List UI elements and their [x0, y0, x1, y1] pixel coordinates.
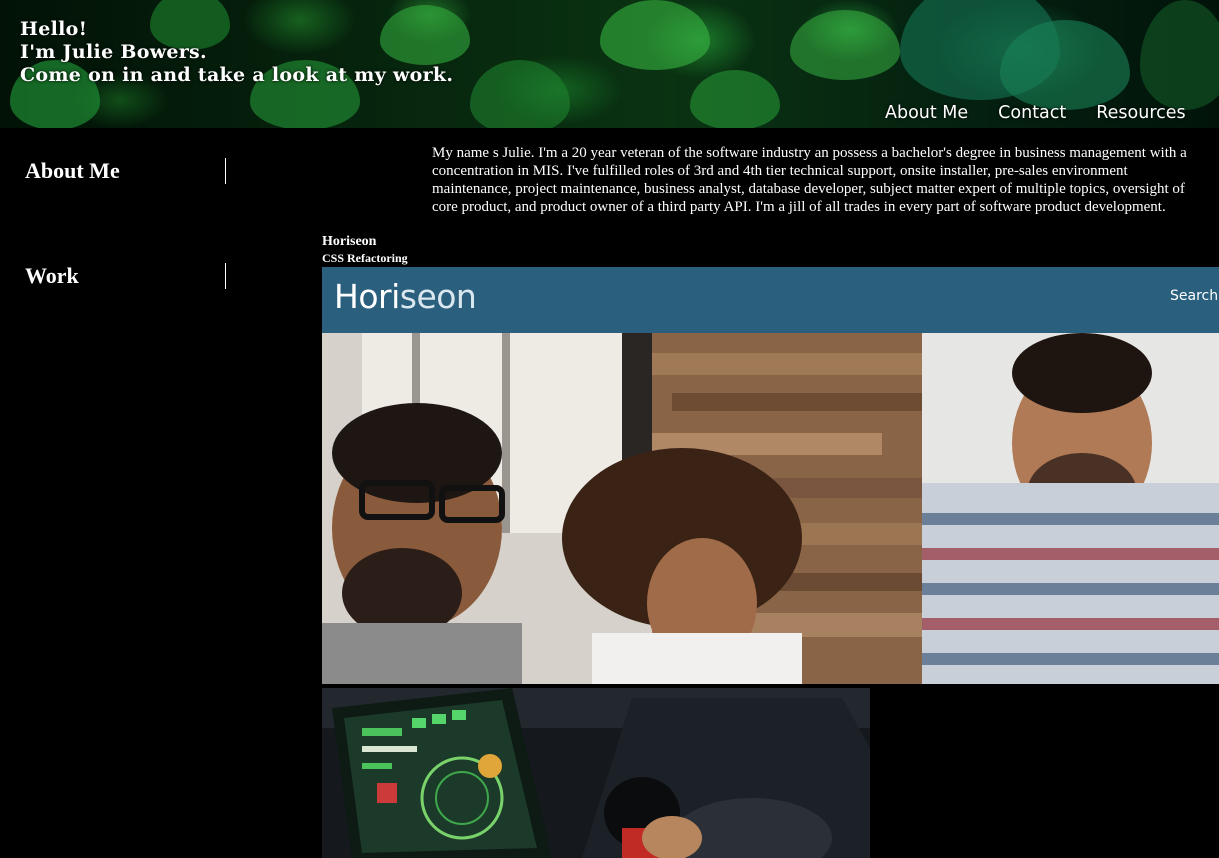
project-screenshot-cockpit[interactable]	[322, 688, 870, 858]
nav-link-resources[interactable]: Resources	[1096, 103, 1185, 123]
leaf-decoration	[790, 10, 900, 80]
nav-link-contact[interactable]: Contact	[998, 103, 1066, 123]
about-paragraph: My name s Julie. I'm a 20 year veteran o…	[432, 145, 1187, 215]
hero-banner: Hello! I'm Julie Bowers. Come on in and …	[0, 0, 1219, 128]
project-screenshot-horiseon[interactable]: Horiseon Search E	[322, 267, 1219, 684]
name-line: I'm Julie Bowers.	[20, 41, 207, 63]
project-subtitle: CSS Refactoring	[322, 251, 408, 265]
greeting-line: Hello!	[20, 18, 88, 40]
team-photo	[322, 333, 1219, 684]
project-title: Horiseon	[322, 234, 377, 249]
top-nav: About Me Contact Resources	[885, 103, 1186, 123]
nav-link-about-me[interactable]: About Me	[885, 103, 968, 123]
leaf-decoration	[470, 60, 570, 128]
cockpit-photo-illustration	[322, 688, 870, 858]
horiseon-header-bar: Horiseon Search E	[322, 267, 1219, 333]
hero-intro: Hello! I'm Julie Bowers. Come on in and …	[20, 18, 453, 87]
sidebar-item-about-me[interactable]: About Me	[25, 158, 226, 184]
horiseon-search-label: Search E	[1170, 288, 1219, 304]
leaf-decoration	[690, 70, 780, 128]
leaf-decoration	[600, 0, 710, 70]
horiseon-logo-seon: seon	[399, 277, 477, 316]
team-photo-illustration	[322, 333, 1219, 684]
about-section: My name s Julie. I'm a 20 year veteran o…	[432, 144, 1208, 216]
invite-line: Come on in and take a look at my work.	[20, 64, 454, 86]
leaf-decoration	[1140, 0, 1219, 110]
sidebar-item-work[interactable]: Work	[25, 263, 226, 289]
horiseon-logo: Horiseon	[334, 275, 477, 319]
horiseon-logo-hori: Hori	[334, 277, 400, 316]
